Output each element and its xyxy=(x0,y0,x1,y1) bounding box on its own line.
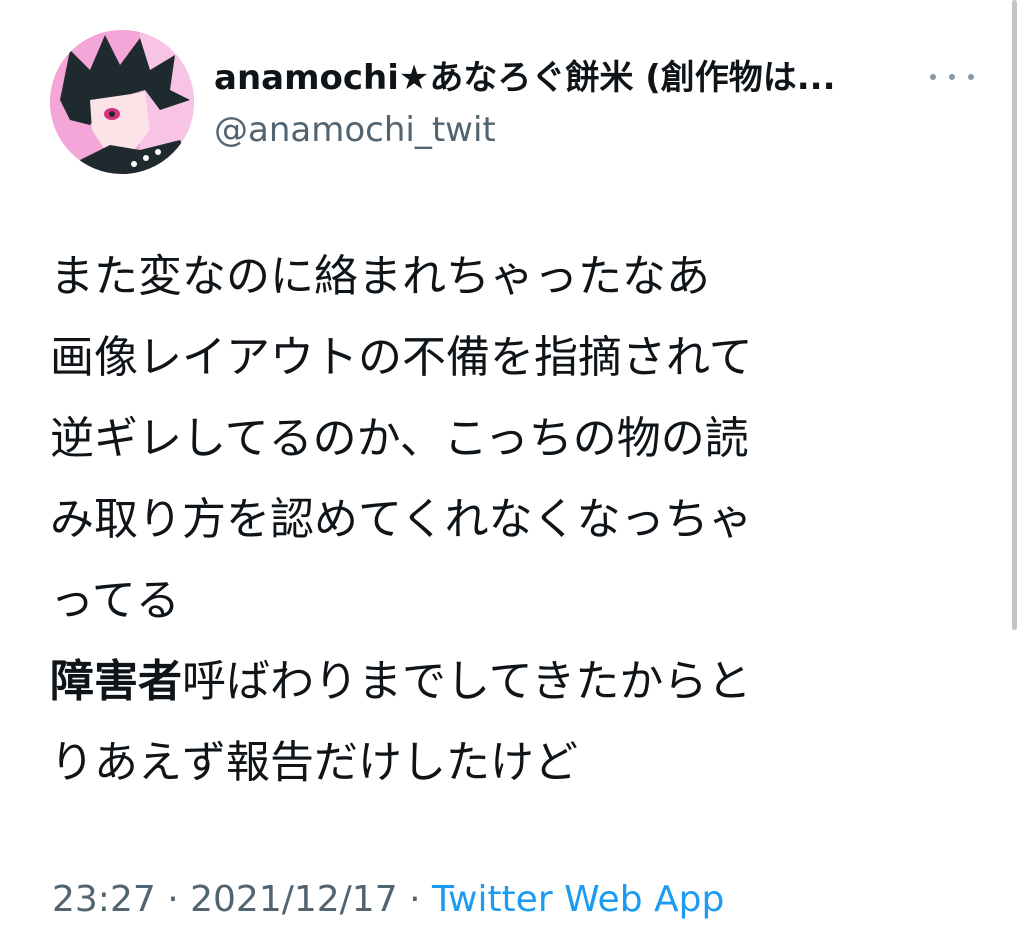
tweet-text-bold: 障害者 xyxy=(50,656,182,707)
avatar[interactable] xyxy=(50,30,194,174)
tweet-text: また変なのに絡まれちゃったなあ 画像レイアウトの不備を指摘されて 逆ギレしてるの… xyxy=(50,236,950,803)
tweet-text-line: 逆ギレしてるのか、こっちの物の読 xyxy=(50,413,749,464)
tweet-text-line: み取り方を認めてくれなくなっちゃ xyxy=(50,494,753,545)
tweet-text-line: ってる xyxy=(50,575,180,626)
tweet-text-line: また変なのに絡まれちゃったなあ xyxy=(50,251,710,302)
more-dot xyxy=(930,74,936,80)
tweet-text-line: りあえず報告だけしたけど xyxy=(50,737,578,788)
tweet-source-link[interactable]: Twitter Web App xyxy=(432,879,724,920)
avatar-illustration xyxy=(50,30,194,174)
tweet: anamochi★あなろぐ餅米 (創作物は... @anamochi_twit … xyxy=(0,0,1024,947)
tweet-text-line: 画像レイアウトの不備を指摘されて xyxy=(50,332,753,383)
tweet-date[interactable]: 2021/12/17 xyxy=(190,879,398,920)
more-options-icon[interactable] xyxy=(930,62,974,92)
tweet-text-line: 障害者呼ばわりまでしてきたからと xyxy=(50,641,950,722)
scrollbar[interactable] xyxy=(1012,0,1017,630)
more-dot xyxy=(968,74,974,80)
author-handle[interactable]: @anamochi_twit xyxy=(214,108,496,152)
tweet-text-rest: 呼ばわりまでしてきたからと xyxy=(182,656,752,707)
meta-separator: · xyxy=(409,879,421,920)
meta-separator: · xyxy=(167,879,179,920)
tweet-time[interactable]: 23:27 xyxy=(52,879,156,920)
author-name[interactable]: anamochi★あなろぐ餅米 (創作物は... xyxy=(214,56,914,100)
more-dot xyxy=(949,74,955,80)
tweet-meta: 23:27 · 2021/12/17 · Twitter Web App xyxy=(52,876,724,924)
